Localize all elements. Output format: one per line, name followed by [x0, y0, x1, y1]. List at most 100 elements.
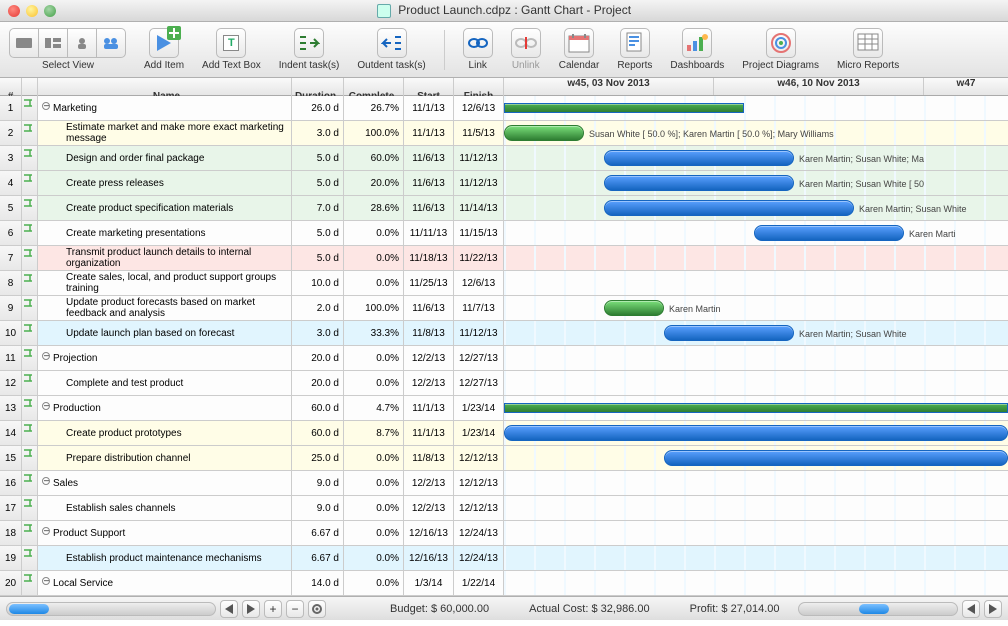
duration-cell[interactable]: 20.0 d: [292, 371, 344, 395]
duration-cell[interactable]: 60.0 d: [292, 421, 344, 445]
gantt-cell[interactable]: [504, 521, 1008, 545]
scroll-left-button[interactable]: [220, 600, 238, 618]
start-cell[interactable]: 12/2/13: [404, 496, 454, 520]
collapse-icon[interactable]: [42, 527, 50, 535]
start-cell[interactable]: 12/16/13: [404, 521, 454, 545]
link-button[interactable]: [463, 28, 493, 58]
gantt-bar[interactable]: Karen Martin: [604, 300, 664, 316]
gantt-bar[interactable]: Karen Marti: [754, 225, 904, 241]
start-cell[interactable]: 11/1/13: [404, 96, 454, 120]
task-name-cell[interactable]: Transmit product launch details to inter…: [38, 246, 292, 270]
gantt-cell[interactable]: [504, 396, 1008, 420]
gantt-bar[interactable]: Karen Martin; Susan White [ 50: [604, 175, 794, 191]
minimize-icon[interactable]: [26, 5, 38, 17]
finish-cell[interactable]: 11/12/13: [454, 321, 504, 345]
finish-cell[interactable]: 12/6/13: [454, 96, 504, 120]
table-row[interactable]: 17Establish sales channels9.0 d0.0%12/2/…: [0, 496, 1008, 521]
table-row[interactable]: 9Update product forecasts based on marke…: [0, 296, 1008, 321]
finish-cell[interactable]: 12/6/13: [454, 271, 504, 295]
complete-cell[interactable]: 0.0%: [344, 246, 404, 270]
finish-cell[interactable]: 11/5/13: [454, 121, 504, 145]
duration-cell[interactable]: 25.0 d: [292, 446, 344, 470]
duration-cell[interactable]: 6.67 d: [292, 521, 344, 545]
gantt-cell[interactable]: Karen Martin; Susan White; Ma: [504, 146, 1008, 170]
gantt-bar[interactable]: Karen Martin; Susan White: [664, 325, 794, 341]
task-name-cell[interactable]: Create press releases: [38, 171, 292, 195]
finish-cell[interactable]: 12/12/13: [454, 496, 504, 520]
view-button-1[interactable]: [9, 28, 39, 58]
complete-cell[interactable]: 0.0%: [344, 471, 404, 495]
micro-reports-button[interactable]: [853, 28, 883, 58]
table-row[interactable]: 11Projection20.0 d0.0%12/2/1312/27/13: [0, 346, 1008, 371]
finish-cell[interactable]: 12/12/13: [454, 446, 504, 470]
start-cell[interactable]: 11/18/13: [404, 246, 454, 270]
gantt-bar[interactable]: [664, 450, 1008, 466]
gantt-bar[interactable]: [504, 425, 1008, 441]
table-row[interactable]: 1Marketing26.0 d26.7%11/1/1312/6/13: [0, 96, 1008, 121]
duration-cell[interactable]: 9.0 d: [292, 496, 344, 520]
complete-cell[interactable]: 0.0%: [344, 221, 404, 245]
table-row[interactable]: 6Create marketing presentations5.0 d0.0%…: [0, 221, 1008, 246]
complete-cell[interactable]: 0.0%: [344, 346, 404, 370]
start-cell[interactable]: 11/6/13: [404, 146, 454, 170]
duration-cell[interactable]: 60.0 d: [292, 396, 344, 420]
complete-cell[interactable]: 0.0%: [344, 446, 404, 470]
gantt-cell[interactable]: Karen Martin; Susan White: [504, 196, 1008, 220]
gantt-cell[interactable]: [504, 496, 1008, 520]
start-cell[interactable]: 12/2/13: [404, 346, 454, 370]
duration-cell[interactable]: 20.0 d: [292, 346, 344, 370]
table-row[interactable]: 2Estimate market and make more exact mar…: [0, 121, 1008, 146]
complete-cell[interactable]: 100.0%: [344, 121, 404, 145]
collapse-icon[interactable]: [42, 577, 50, 585]
reports-button[interactable]: [620, 28, 650, 58]
duration-cell[interactable]: 5.0 d: [292, 221, 344, 245]
finish-cell[interactable]: 1/22/14: [454, 571, 504, 595]
table-row[interactable]: 19Establish product maintenance mechanis…: [0, 546, 1008, 571]
gantt-cell[interactable]: [504, 571, 1008, 595]
table-row[interactable]: 8Create sales, local, and product suppor…: [0, 271, 1008, 296]
view-button-4[interactable]: [96, 28, 126, 58]
table-row[interactable]: 3Design and order final package5.0 d60.0…: [0, 146, 1008, 171]
duration-cell[interactable]: 26.0 d: [292, 96, 344, 120]
complete-cell[interactable]: 0.0%: [344, 271, 404, 295]
complete-cell[interactable]: 0.0%: [344, 546, 404, 570]
collapse-icon[interactable]: [42, 102, 50, 110]
finish-cell[interactable]: 12/24/13: [454, 521, 504, 545]
add-item-button[interactable]: [149, 28, 179, 58]
table-row[interactable]: 14Create product prototypes60.0 d8.7%11/…: [0, 421, 1008, 446]
duration-cell[interactable]: 3.0 d: [292, 321, 344, 345]
task-name-cell[interactable]: Local Service: [38, 571, 292, 595]
view-button-2[interactable]: [38, 28, 68, 58]
table-row[interactable]: 4Create press releases5.0 d20.0%11/6/131…: [0, 171, 1008, 196]
finish-cell[interactable]: 11/22/13: [454, 246, 504, 270]
scroll-right-button[interactable]: [242, 600, 260, 618]
complete-cell[interactable]: 28.6%: [344, 196, 404, 220]
start-cell[interactable]: 12/16/13: [404, 546, 454, 570]
task-name-cell[interactable]: Marketing: [38, 96, 292, 120]
table-row[interactable]: 13Production60.0 d4.7%11/1/131/23/14: [0, 396, 1008, 421]
complete-cell[interactable]: 8.7%: [344, 421, 404, 445]
start-cell[interactable]: 11/1/13: [404, 121, 454, 145]
horizontal-scrollbar-left[interactable]: [6, 602, 216, 616]
zoom-out-button[interactable]: −: [286, 600, 304, 618]
duration-cell[interactable]: 5.0 d: [292, 146, 344, 170]
complete-cell[interactable]: 0.0%: [344, 496, 404, 520]
task-name-cell[interactable]: Establish product maintenance mechanisms: [38, 546, 292, 570]
gantt-cell[interactable]: Karen Martin: [504, 296, 1008, 320]
finish-cell[interactable]: 11/12/13: [454, 146, 504, 170]
dashboards-button[interactable]: [682, 28, 712, 58]
complete-cell[interactable]: 4.7%: [344, 396, 404, 420]
unlink-button[interactable]: [511, 28, 541, 58]
complete-cell[interactable]: 33.3%: [344, 321, 404, 345]
complete-cell[interactable]: 0.0%: [344, 521, 404, 545]
gantt-cell[interactable]: Karen Martin; Susan White: [504, 321, 1008, 345]
close-icon[interactable]: [8, 5, 20, 17]
task-name-cell[interactable]: Estimate market and make more exact mark…: [38, 121, 292, 145]
start-cell[interactable]: 11/1/13: [404, 421, 454, 445]
gantt-bar[interactable]: Karen Martin; Susan White: [604, 200, 854, 216]
start-cell[interactable]: 12/2/13: [404, 371, 454, 395]
gantt-cell[interactable]: [504, 421, 1008, 445]
finish-cell[interactable]: 12/27/13: [454, 346, 504, 370]
task-name-cell[interactable]: Update product forecasts based on market…: [38, 296, 292, 320]
gantt-bar[interactable]: Karen Martin; Susan White; Ma: [604, 150, 794, 166]
